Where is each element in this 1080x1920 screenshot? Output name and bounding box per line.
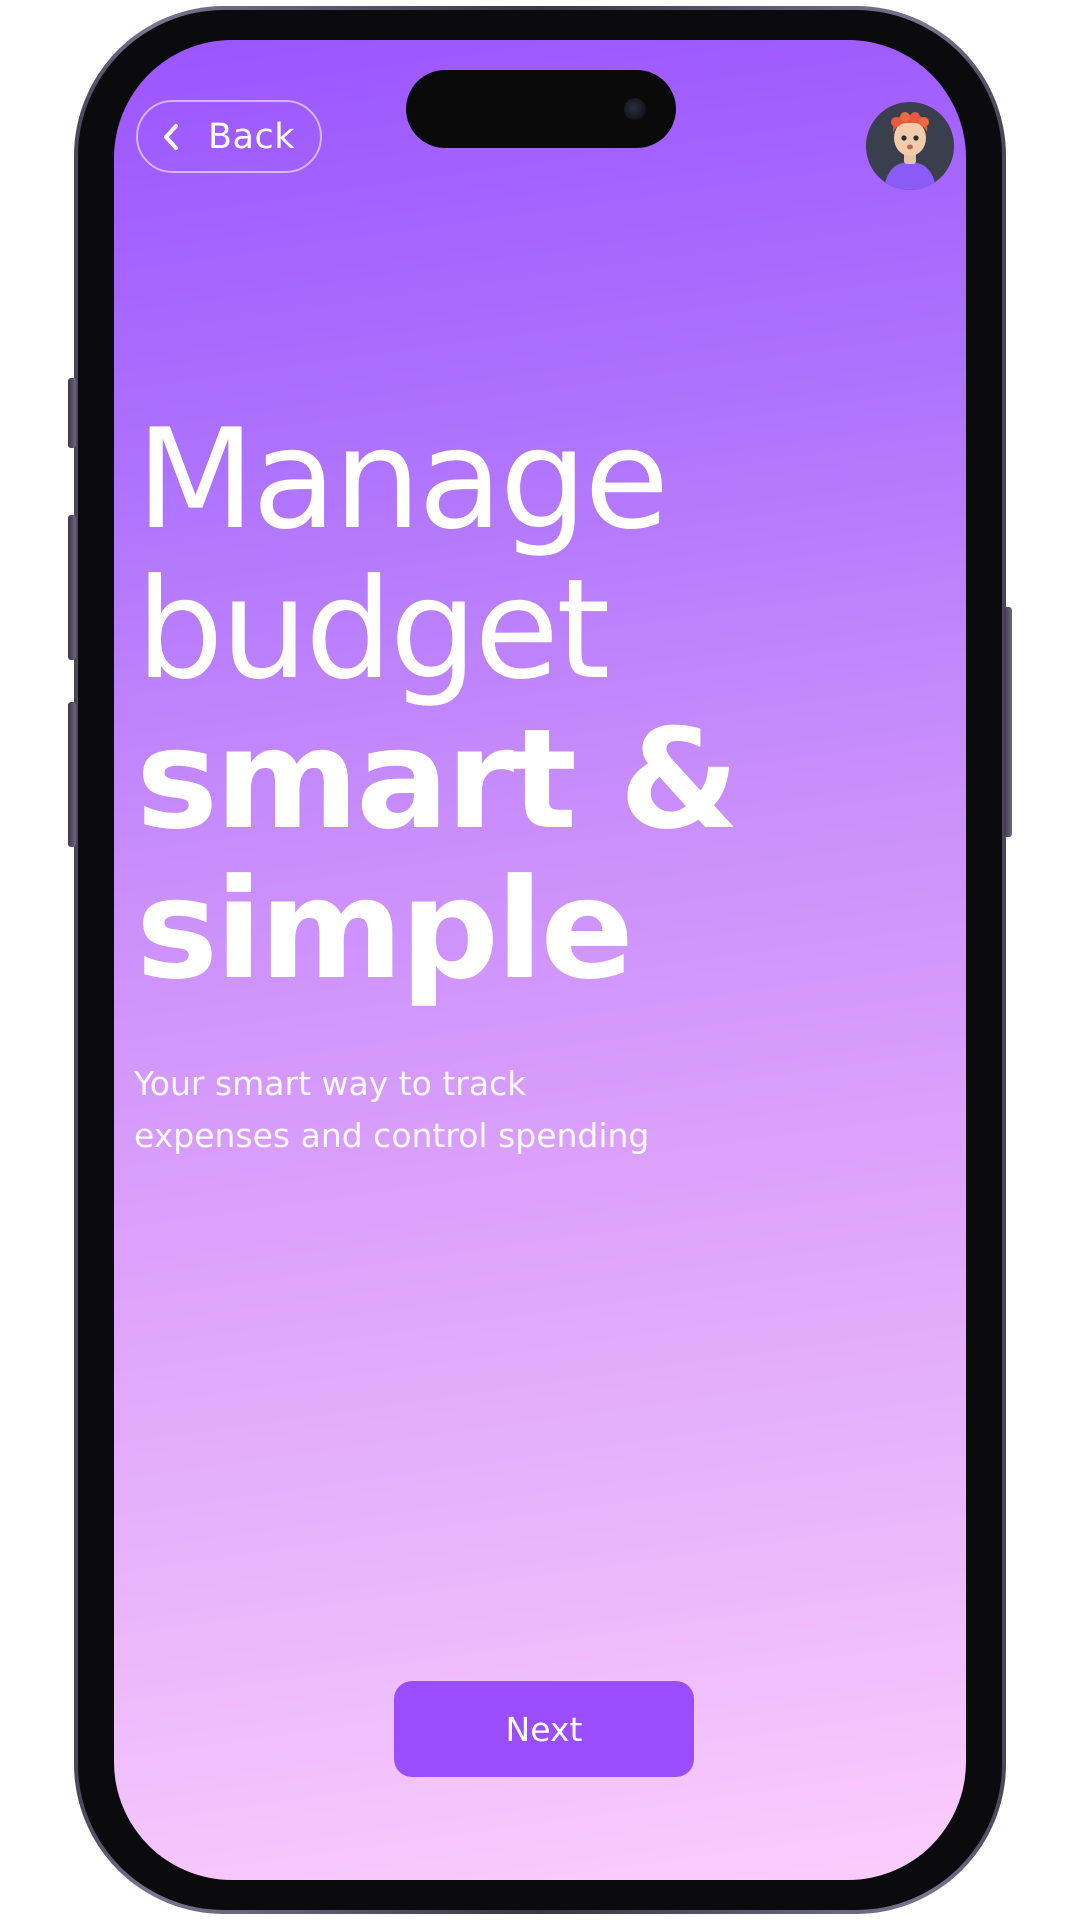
onboarding-headline: Manage budget smart & simple: [136, 399, 739, 1010]
headline-line: budget: [136, 549, 610, 710]
subtitle-line: expenses and control spending: [134, 1116, 650, 1155]
avatar-illustration: [866, 102, 954, 190]
headline-line-emphasis: simple: [136, 849, 634, 1010]
headline-line: Manage: [136, 399, 669, 560]
camera-icon: [624, 98, 646, 120]
power-button: [1004, 607, 1012, 837]
back-button[interactable]: Back: [136, 100, 322, 173]
chevron-left-icon: [164, 123, 178, 150]
user-avatar[interactable]: [866, 102, 954, 190]
dynamic-island: [406, 70, 676, 148]
back-button-label: Back: [208, 116, 295, 157]
next-button-label: Next: [505, 1709, 583, 1749]
onboarding-subtitle: Your smart way to track expenses and con…: [134, 1058, 649, 1162]
next-button[interactable]: Next: [394, 1681, 694, 1777]
volume-up-button: [68, 515, 76, 660]
volume-down-button: [68, 702, 76, 847]
action-button: [68, 378, 76, 448]
headline-line-emphasis: smart &: [136, 699, 739, 860]
subtitle-line: Your smart way to track: [134, 1064, 527, 1103]
